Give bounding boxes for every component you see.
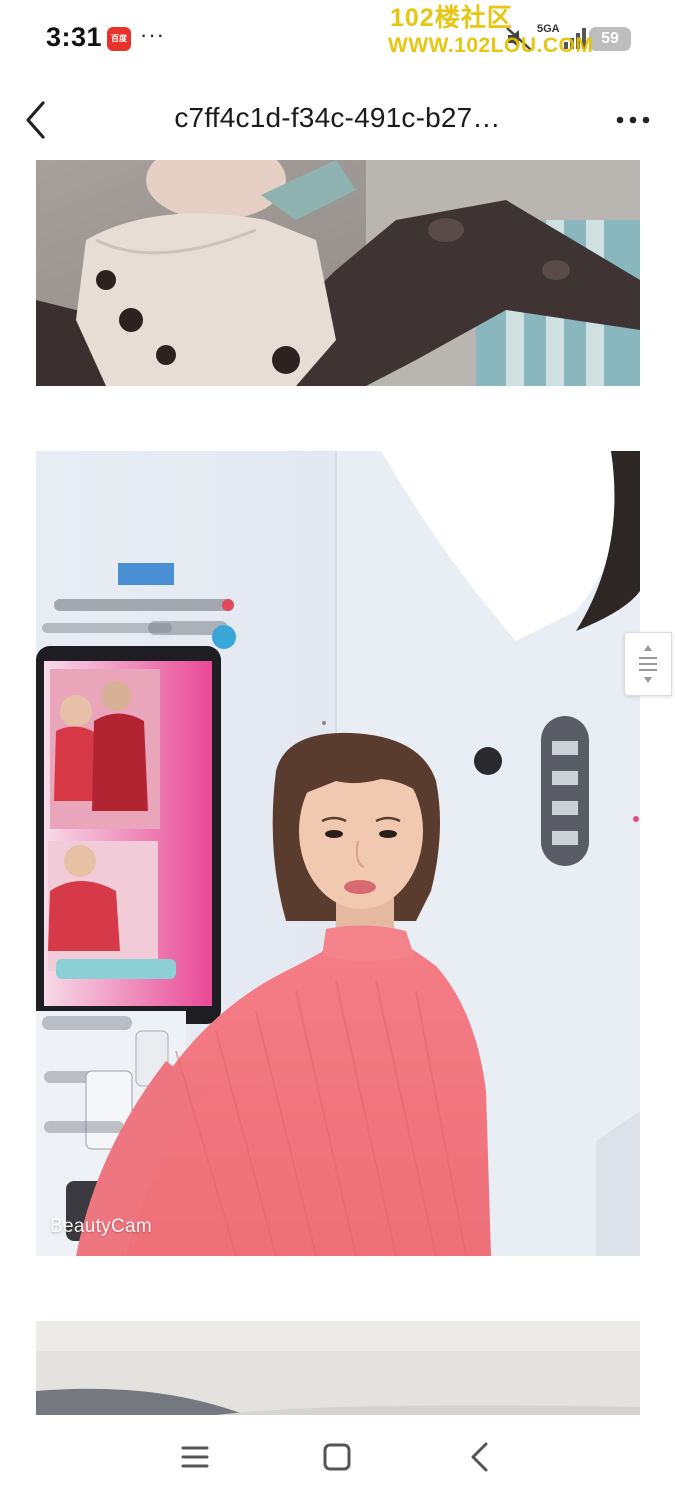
recent-apps-icon	[181, 1446, 209, 1468]
screen: 3:31 百度 ··· 5GA 59 102楼社区 WWW.102LOU.COM	[0, 0, 675, 1500]
page-title: c7ff4c1d-f34c-491c-b27…	[174, 102, 501, 133]
home-square-icon	[323, 1443, 351, 1471]
nav-back-button[interactable]	[458, 1437, 502, 1477]
photo-3[interactable]	[36, 1321, 640, 1415]
recent-apps-button[interactable]	[173, 1437, 217, 1477]
photo-caption: BeautyCam	[50, 1216, 152, 1237]
site-watermark: 102楼社区 WWW.102LOU.COM	[388, 4, 628, 57]
status-bar: 3:31 百度 ··· 5GA 59 102楼社区 WWW.102LOU.COM	[0, 0, 675, 80]
scroll-handle-icon	[639, 645, 657, 683]
back-triangle-icon	[471, 1442, 488, 1472]
photo-2-image	[36, 451, 640, 1256]
chevron-left-icon	[26, 101, 45, 139]
image-viewer-content[interactable]: BeautyCam	[0, 160, 675, 1415]
status-time: 3:31	[46, 22, 103, 52]
status-more-icon: ···	[140, 22, 165, 47]
system-nav-bar	[0, 1415, 675, 1500]
title-bar: c7ff4c1d-f34c-491c-b27…	[0, 80, 675, 160]
scroll-handle[interactable]	[624, 632, 672, 696]
home-button[interactable]	[315, 1437, 359, 1477]
photo-3-image	[36, 1321, 640, 1415]
watermark-line1: 102楼社区	[390, 4, 513, 32]
back-button[interactable]	[18, 98, 58, 142]
app-badge-label: 百度	[111, 34, 127, 43]
photo-1-image	[36, 160, 640, 386]
watermark-line2: WWW.102LOU.COM	[388, 34, 594, 57]
app-notification-icon: 百度	[107, 27, 131, 51]
photo-1[interactable]	[36, 160, 640, 386]
more-options-button[interactable]	[608, 100, 658, 140]
more-horizontal-icon	[616, 116, 650, 124]
photo-2[interactable]: BeautyCam	[36, 451, 640, 1256]
